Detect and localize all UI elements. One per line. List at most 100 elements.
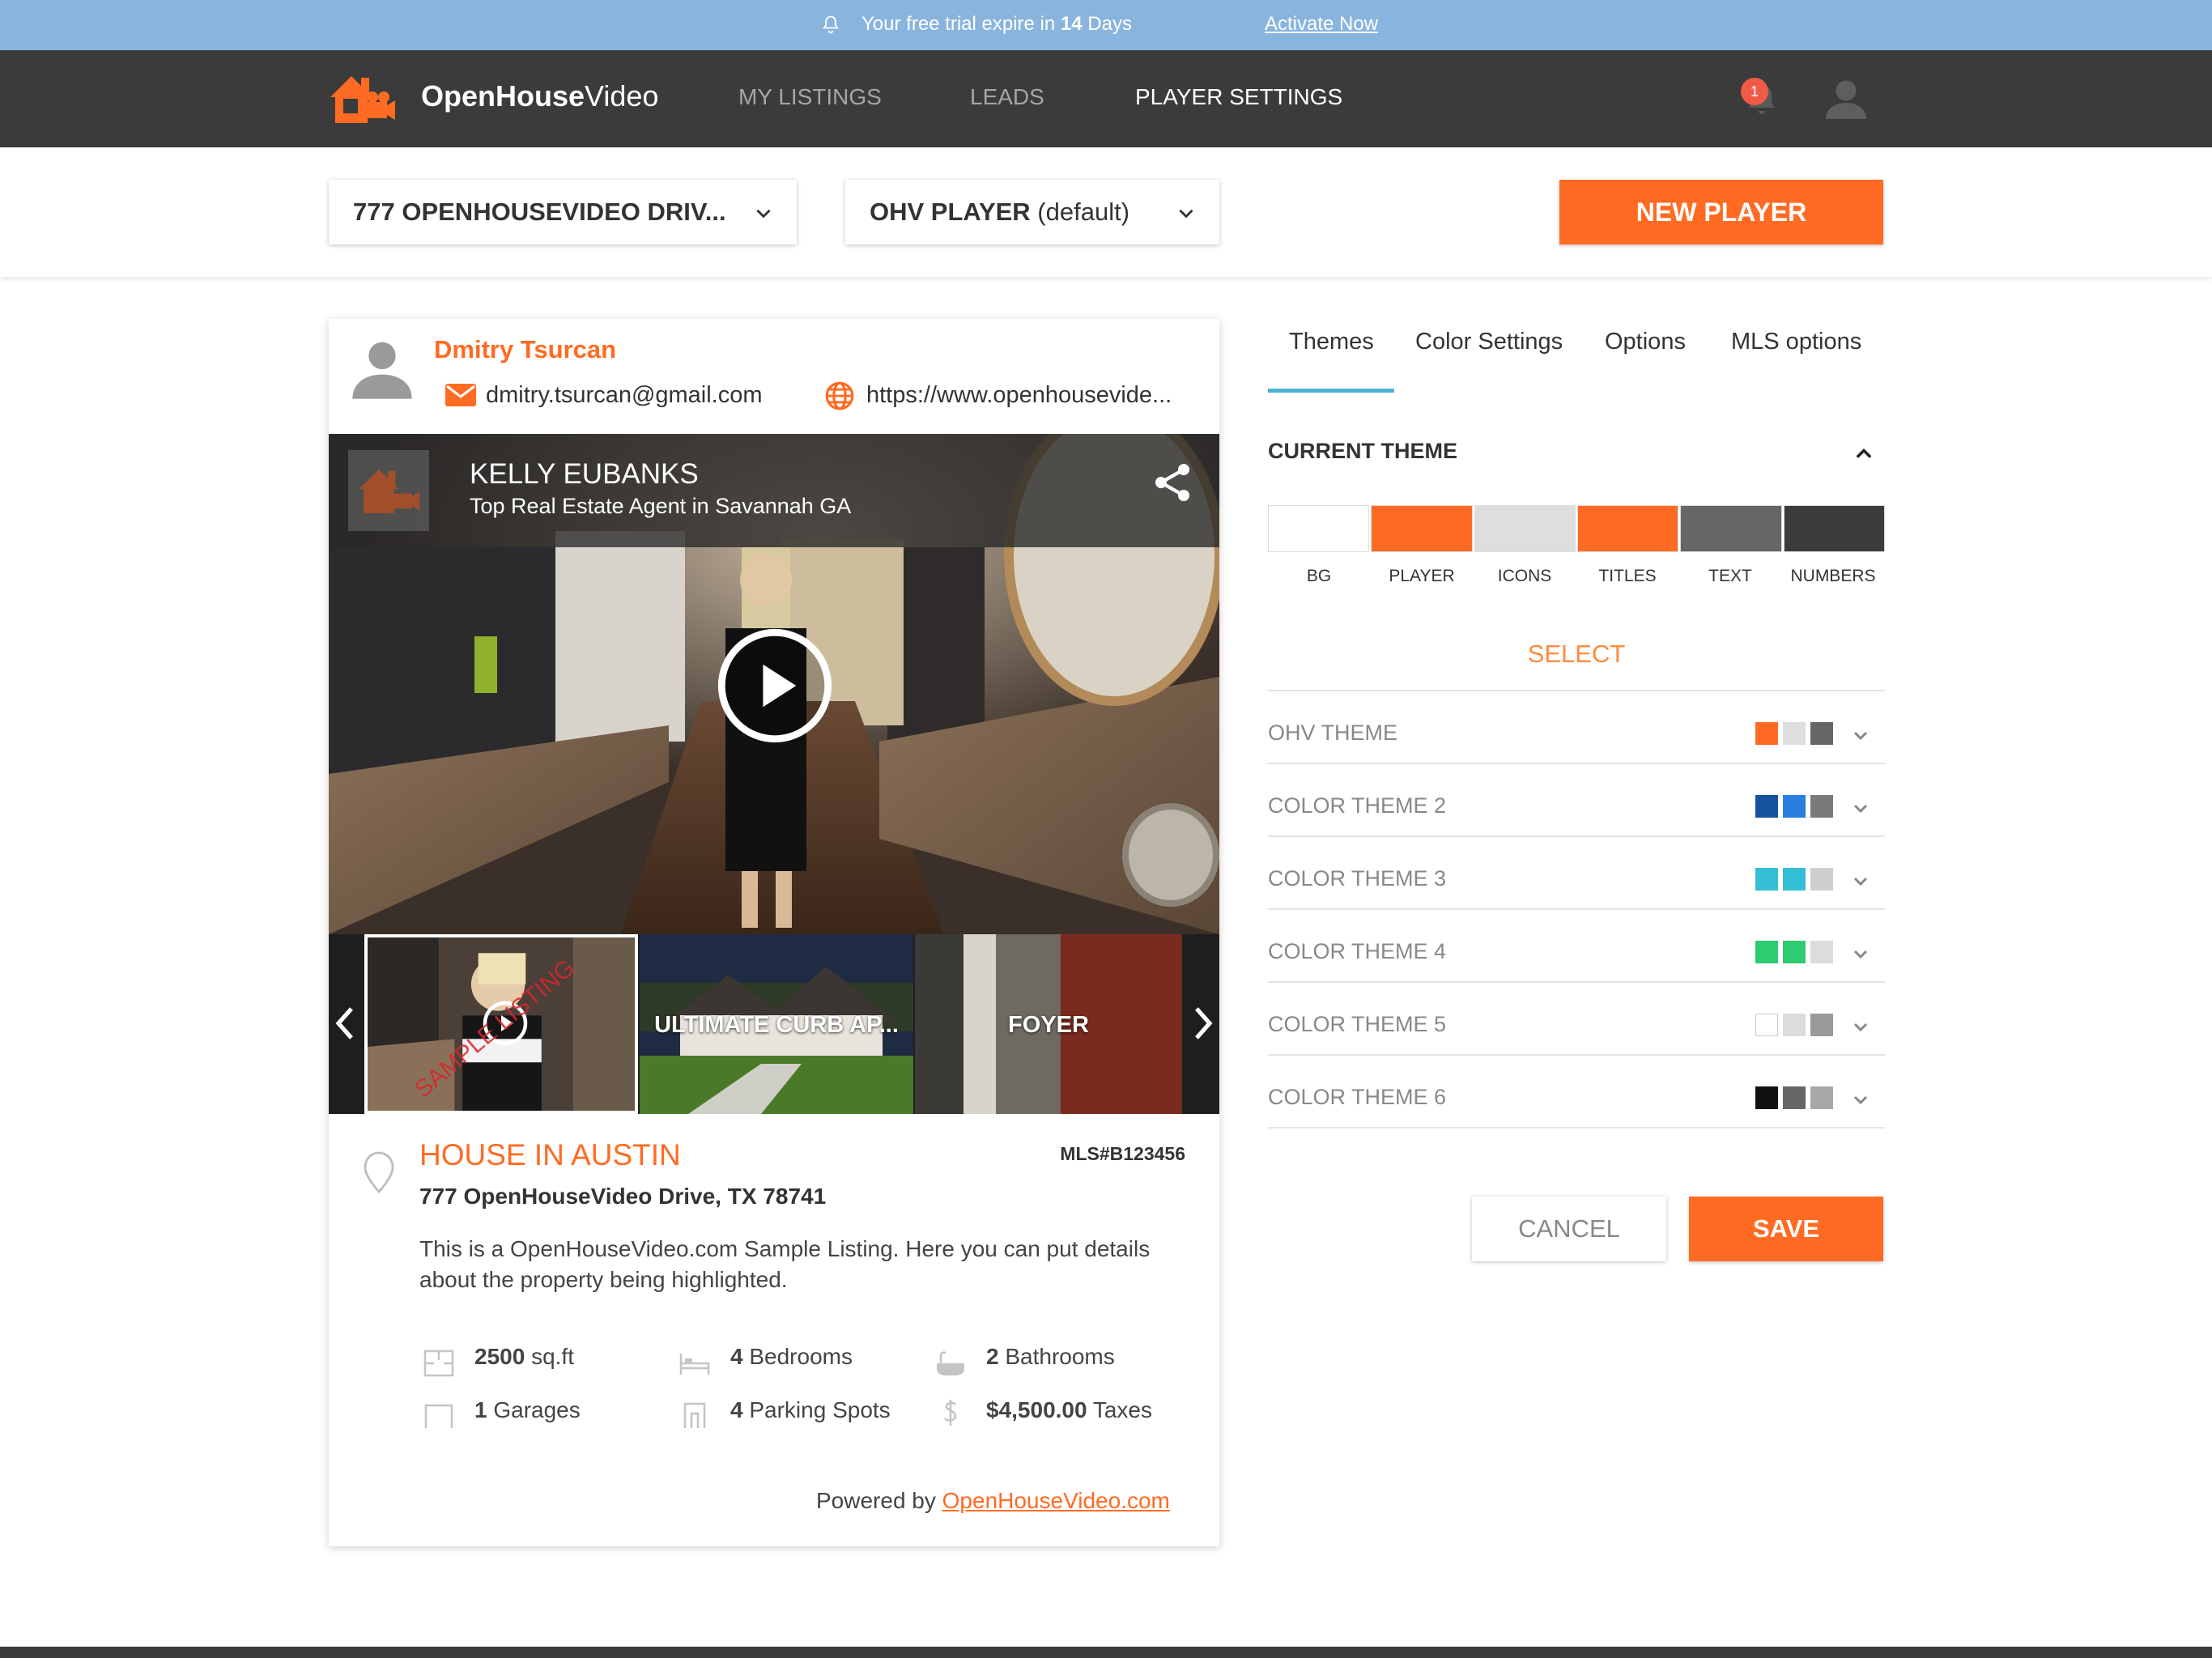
player-logo: [348, 450, 429, 531]
theme-row-3[interactable]: COLOR THEME 3: [1268, 844, 1885, 915]
theme-color-chip: [1755, 722, 1778, 745]
chevron-up-icon[interactable]: [1853, 442, 1875, 465]
garage-icon: [424, 1404, 453, 1428]
player-select-value: OHV PLAYER (default): [870, 198, 1130, 226]
theme-row-4[interactable]: COLOR THEME 4: [1268, 916, 1885, 988]
swatch-label: ICONS: [1497, 567, 1552, 585]
theme-color-chip: [1755, 1014, 1778, 1036]
share-icon[interactable]: [1153, 461, 1192, 504]
thumbnail-foyer[interactable]: FOYER: [915, 934, 1182, 1114]
activate-now-link[interactable]: Activate Now: [1265, 13, 1378, 36]
save-button[interactable]: SAVE: [1689, 1197, 1883, 1261]
thumbnail-label: FOYER: [1008, 1012, 1089, 1038]
trial-banner: Your free trial expire in 14 Days Activa…: [0, 0, 2212, 50]
agent-email[interactable]: dmitry.tsurcan@gmail.com: [486, 382, 763, 409]
listing-preview-card: Dmitry Tsurcan dmitry.tsurcan@gmail.com …: [329, 319, 1219, 1546]
theme-row-ohv[interactable]: OHV THEME: [1268, 698, 1885, 769]
bathtub-icon: [937, 1351, 964, 1375]
player-select[interactable]: OHV PLAYER (default): [845, 180, 1219, 244]
agent-website[interactable]: https://www.openhousevide...: [866, 382, 1214, 409]
nav-my-listings[interactable]: MY LISTINGS: [738, 84, 882, 110]
chevron-down-icon: [1853, 950, 1868, 959]
swatch-label: PLAYER: [1389, 567, 1455, 585]
thumbnail-curb-appeal[interactable]: ULTIMATE CURB AP...: [640, 934, 913, 1114]
tab-themes[interactable]: Themes: [1289, 329, 1374, 355]
stat-taxes: $4,500.00 Taxes: [986, 1397, 1152, 1422]
globe-icon: [825, 381, 854, 410]
floor-plan-icon: [423, 1350, 454, 1377]
thumbnail-label: ULTIMATE CURB AP...: [654, 1012, 899, 1038]
swatch-titles[interactable]: [1576, 505, 1679, 552]
theme-name: COLOR THEME 5: [1268, 1012, 1447, 1036]
chevron-right-icon[interactable]: [1187, 999, 1219, 1048]
theme-color-chip: [1755, 795, 1778, 818]
chevron-down-icon: [1853, 1022, 1868, 1032]
trial-message: Your free trial expire in 14 Days: [861, 13, 1132, 35]
theme-color-chip: [1755, 868, 1778, 891]
video-agent-name: KELLY EUBANKS: [470, 458, 699, 490]
swatch-icons[interactable]: [1474, 505, 1576, 552]
stat-bathrooms: 2 Bathrooms: [986, 1344, 1115, 1369]
theme-name: COLOR THEME 2: [1268, 793, 1447, 818]
listing-title: HOUSE IN AUSTIN: [419, 1138, 681, 1171]
theme-color-chip: [1810, 1014, 1833, 1036]
mls-number: MLS#B123456: [1060, 1143, 1185, 1164]
theme-color-chip: [1783, 941, 1806, 963]
listing-address: 777 OpenHouseVideo Drive, TX 78741: [419, 1184, 827, 1209]
user-account-icon[interactable]: [1822, 74, 1870, 123]
powered-by-link[interactable]: OpenHouseVideo.com: [942, 1488, 1170, 1513]
theme-row-6[interactable]: COLOR THEME 6: [1268, 1062, 1885, 1133]
theme-color-chip: [1755, 1086, 1778, 1109]
video-player[interactable]: KELLY EUBANKS Top Real Estate Agent in S…: [329, 434, 1219, 934]
chevron-left-icon[interactable]: [329, 999, 361, 1048]
swatch-numbers[interactable]: [1783, 505, 1885, 552]
powered-by: Powered by OpenHouseVideo.com: [816, 1488, 1170, 1513]
swatch-label: TITLES: [1598, 567, 1657, 585]
nav-player-settings[interactable]: PLAYER SETTINGS: [1135, 84, 1342, 110]
notification-badge[interactable]: 1: [1741, 78, 1768, 105]
chevron-down-icon: [1853, 731, 1868, 741]
cancel-button[interactable]: CANCEL: [1472, 1197, 1666, 1261]
listing-description: This is a OpenHouseVideo.com Sample List…: [419, 1236, 1151, 1292]
theme-color-chip: [1783, 1086, 1806, 1109]
thumbnail-agent-intro[interactable]: SAMPLE LISTING: [364, 934, 638, 1114]
divider: [1268, 1054, 1885, 1056]
nav-leads[interactable]: LEADS: [970, 84, 1044, 110]
brand-name[interactable]: OpenHouseVideo: [421, 79, 658, 113]
theme-row-2[interactable]: COLOR THEME 2: [1268, 771, 1885, 842]
theme-name: COLOR THEME 3: [1268, 866, 1447, 891]
mail-icon: [445, 384, 476, 406]
house-camera-logo-icon[interactable]: [327, 70, 397, 126]
theme-color-chip: [1810, 941, 1833, 963]
swatch-bg[interactable]: [1268, 505, 1370, 552]
bed-icon: [679, 1354, 710, 1375]
theme-color-chip: [1810, 868, 1833, 891]
divider: [1268, 763, 1885, 764]
swatch-player[interactable]: [1371, 505, 1473, 552]
divider: [1268, 1127, 1885, 1129]
tab-color-settings[interactable]: Color Settings: [1415, 329, 1563, 355]
play-button-icon[interactable]: [716, 627, 834, 745]
divider: [1268, 981, 1885, 983]
tab-mls-options[interactable]: MLS options: [1731, 329, 1861, 355]
chevron-down-icon: [1853, 804, 1868, 814]
video-header: [329, 434, 1219, 547]
agent-avatar-icon: [352, 342, 412, 399]
current-theme-title: CURRENT THEME: [1268, 439, 1457, 463]
chevron-down-icon: [1853, 1095, 1868, 1105]
listing-select[interactable]: 777 OPENHOUSEVIDEO DRIV...: [329, 180, 797, 244]
footer-bar: [0, 1647, 2212, 1658]
swatch-text[interactable]: [1680, 505, 1782, 552]
stat-bedrooms: 4 Bedrooms: [730, 1344, 853, 1369]
divider: [1268, 835, 1885, 837]
theme-row-5[interactable]: COLOR THEME 5: [1268, 989, 1885, 1061]
theme-color-chip: [1783, 868, 1806, 891]
swatch-label: TEXT: [1708, 567, 1752, 585]
swatch-label: BG: [1306, 567, 1332, 585]
theme-color-chip: [1810, 795, 1833, 818]
dollar-icon: [944, 1400, 957, 1426]
tab-options[interactable]: Options: [1605, 329, 1686, 355]
stat-square-feet: 2500 sq.ft: [474, 1344, 574, 1369]
select-theme-title: SELECT: [1527, 640, 1626, 668]
new-player-button[interactable]: NEW PLAYER: [1559, 180, 1883, 244]
